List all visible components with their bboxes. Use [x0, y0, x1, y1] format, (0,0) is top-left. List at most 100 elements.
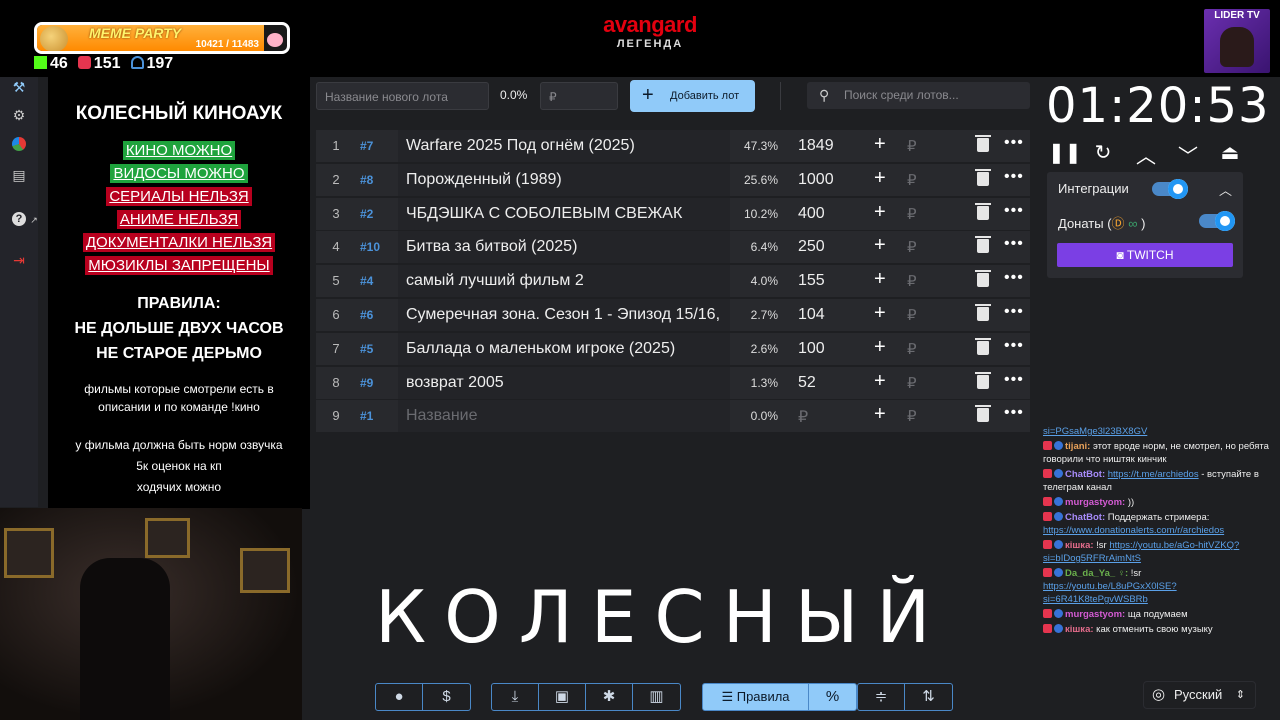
add-amount-icon[interactable]: +: [874, 370, 886, 393]
clear-icon[interactable]: ▥: [633, 684, 680, 710]
chat-link[interactable]: https://t.me/archiedos: [1108, 469, 1199, 480]
lot-amount-input[interactable]: 400: [798, 205, 825, 223]
lot-name-input[interactable]: Сумеречная зона. Сезон 1 - Эпизод 15/16,: [398, 298, 730, 331]
reset-icon[interactable]: ↻: [1089, 140, 1117, 165]
twitch-button[interactable]: ◙ TWITCH: [1057, 243, 1233, 267]
more-icon[interactable]: •••: [1004, 303, 1024, 321]
external-link-icon: ↗: [30, 215, 38, 225]
new-lot-amount-input[interactable]: ₽: [540, 82, 618, 110]
trash-icon[interactable]: [975, 405, 991, 423]
chat-link[interactable]: https://www.donationalerts.com/r/archied…: [1043, 525, 1224, 536]
download-icon[interactable]: ⤓: [492, 684, 539, 710]
lot-name-input[interactable]: ЧБДЭШКА С СОБОЛЕВЫМ СВЕЖАК: [398, 197, 730, 230]
trash-icon[interactable]: [975, 236, 991, 254]
rules-note: 5к оценок на кп: [136, 459, 222, 473]
add-amount-icon[interactable]: +: [874, 268, 886, 291]
trash-icon[interactable]: [975, 303, 991, 321]
more-icon[interactable]: •••: [1004, 337, 1024, 355]
lot-amount-input[interactable]: ₽: [798, 407, 808, 427]
chat-link[interactable]: si=PGsaMge3l23BX8GV: [1043, 426, 1147, 437]
lot-row: 5 #4 самый лучший фильм 2 4.0% 155 + ₽ •••: [316, 265, 1030, 298]
chevron-updown-icon: ⇕: [1235, 689, 1245, 701]
percent-icon[interactable]: %: [809, 684, 856, 710]
logout-icon[interactable]: ⇥: [10, 252, 28, 270]
lot-percent: 2.6%: [750, 341, 778, 356]
dollar-icon[interactable]: $: [423, 684, 470, 710]
add-amount-icon[interactable]: +: [874, 336, 886, 359]
eject-icon[interactable]: ⏏: [1216, 140, 1244, 165]
add-amount-icon[interactable]: +: [874, 167, 886, 190]
add-amount-icon[interactable]: +: [874, 133, 886, 156]
more-icon[interactable]: •••: [1004, 134, 1024, 152]
ruble-icon: ₽: [907, 273, 917, 291]
lot-name-input[interactable]: возврат 2005: [398, 366, 730, 399]
trash-icon[interactable]: [975, 371, 991, 389]
add-amount-icon[interactable]: +: [874, 403, 886, 426]
lot-amount-input[interactable]: 52: [798, 374, 816, 392]
chevron-up-icon[interactable]: ︿: [1132, 140, 1160, 169]
add-amount-icon[interactable]: +: [874, 234, 886, 257]
more-icon[interactable]: •••: [1004, 235, 1024, 253]
trash-icon[interactable]: [975, 135, 991, 152]
lot-number: 1: [332, 138, 340, 153]
save-icon[interactable]: ▣: [539, 684, 586, 710]
integrations-panel: Интеграции ︿ Донаты (Ⓓ ∞ ) ◙ TWITCH: [1047, 172, 1243, 278]
more-icon[interactable]: •••: [1004, 269, 1024, 287]
trash-icon[interactable]: [975, 337, 991, 355]
avatar: [1054, 568, 1063, 577]
lot-amount-input[interactable]: 1000: [798, 171, 834, 189]
chevron-up-icon[interactable]: ︿: [1219, 180, 1232, 199]
hammer-icon[interactable]: ⚒: [10, 79, 28, 97]
doge-icon: [40, 26, 68, 51]
left-nav-rail: ⚒ ⚙ ▤ ? ↗ ⇥: [0, 77, 38, 507]
split-icon[interactable]: ≑: [858, 684, 905, 710]
integrations-toggle[interactable]: [1152, 179, 1188, 199]
rules-note: у фильма должна быть норм озвучка: [75, 438, 283, 452]
pie-chart-icon[interactable]: [10, 137, 28, 155]
add-amount-icon[interactable]: +: [874, 302, 886, 325]
clipboard-icon[interactable]: ▤: [10, 167, 28, 185]
infinity-icon: ∞: [1128, 216, 1138, 231]
lot-percent: 6.4%: [750, 240, 778, 255]
pause-icon[interactable]: ❚❚: [1048, 140, 1082, 165]
more-icon[interactable]: •••: [1004, 168, 1024, 186]
github-icon[interactable]: ●: [376, 684, 423, 710]
donations-toggle[interactable]: [1199, 211, 1235, 231]
lot-name-input[interactable]: Битва за битвой (2025): [398, 231, 730, 264]
lot-name-input[interactable]: Баллада о маленьком игроке (2025): [398, 332, 730, 365]
more-icon[interactable]: •••: [1004, 404, 1024, 422]
viewer-stats: 46 151 197: [34, 55, 173, 73]
trash-icon[interactable]: [975, 202, 991, 220]
allowed-tag: КИНО МОЖНО: [122, 141, 236, 160]
bug-icon[interactable]: ✱: [586, 684, 633, 710]
language-select[interactable]: ◎ Русский ⇕: [1143, 681, 1256, 709]
add-lot-button[interactable]: + Добавить лот: [630, 80, 755, 112]
sort-icon[interactable]: ⇅: [905, 684, 952, 710]
help-icon[interactable]: ?: [10, 209, 28, 227]
more-icon[interactable]: •••: [1004, 371, 1024, 389]
lot-name-input[interactable]: самый лучший фильм 2: [398, 265, 730, 298]
lot-amount-input[interactable]: 155: [798, 272, 825, 290]
new-lot-input[interactable]: Название нового лота: [316, 82, 489, 110]
lot-amount-input[interactable]: 104: [798, 306, 825, 324]
trash-icon[interactable]: [975, 168, 991, 186]
lot-name-input[interactable]: Порожденный (1989): [398, 163, 730, 196]
add-amount-icon[interactable]: +: [874, 201, 886, 224]
lot-name-input[interactable]: Название: [398, 400, 730, 433]
chat-link[interactable]: https://youtu.be/L8uPGxX0lSE?si=6R41K8te…: [1043, 581, 1177, 605]
forbidden-tag: ДОКУМЕНТАЛКИ НЕЛЬЗЯ: [82, 233, 276, 252]
lot-name-input[interactable]: Warfare 2025 Под огнём (2025): [398, 130, 730, 162]
ruble-icon: ₽: [907, 374, 917, 392]
chevron-down-icon[interactable]: ﹀: [1174, 140, 1202, 169]
rules-button[interactable]: ☰ Правила: [703, 684, 809, 710]
lot-amount-input[interactable]: 100: [798, 340, 825, 358]
more-icon[interactable]: •••: [1004, 202, 1024, 220]
search-input[interactable]: ⚲ Поиск среди лотов...: [807, 82, 1030, 109]
trash-icon[interactable]: [975, 270, 991, 288]
donation-alerts-icon: Ⓓ: [1111, 216, 1125, 231]
lot-amount-input[interactable]: 250: [798, 238, 825, 256]
gear-icon[interactable]: ⚙: [10, 107, 28, 125]
lot-amount-input[interactable]: 1849: [798, 137, 834, 155]
plus-icon: +: [642, 84, 654, 106]
avatar: [1054, 609, 1063, 618]
